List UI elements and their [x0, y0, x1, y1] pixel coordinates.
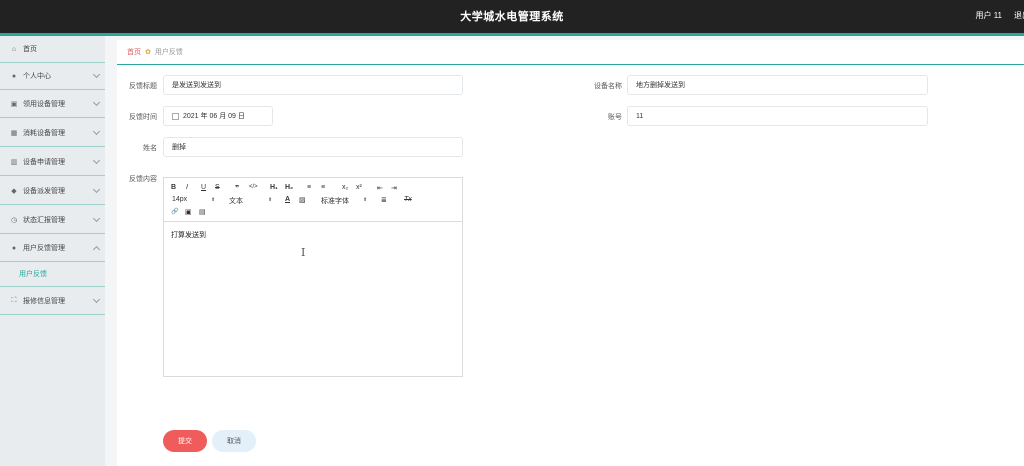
clock-icon: ◷	[10, 217, 18, 224]
strike-button[interactable]: S	[215, 184, 220, 191]
bold-button[interactable]: B	[171, 184, 176, 191]
subscript-button[interactable]: x₂	[342, 184, 348, 191]
underline-button[interactable]: U	[201, 184, 206, 191]
app-title: 大学城水电管理系统	[460, 11, 564, 23]
chevron-up-icon	[92, 245, 101, 254]
time-label: 反馈时间	[129, 114, 157, 121]
sidebar-item-equipment-dispatch[interactable]: ◆ 设备派发管理	[0, 178, 105, 205]
font-size-select[interactable]: 14px	[172, 196, 187, 203]
breadcrumb-separator-icon: ✿	[145, 49, 151, 56]
chevron-down-icon	[92, 156, 101, 165]
image-icon[interactable]: ▣	[185, 208, 192, 216]
align-icon[interactable]: ≣	[381, 196, 387, 204]
sidebar-item-borrow-equipment[interactable]: ▣ 领用设备管理	[0, 91, 105, 118]
sidebar-item-label: 领用设备管理	[23, 101, 65, 108]
sidebar-item-repair-info[interactable]: ⛶ 报修信息管理	[0, 288, 105, 315]
outdent-icon[interactable]: ⇤	[377, 184, 383, 192]
sidebar-item-label: 设备申请管理	[23, 159, 65, 166]
date-picker[interactable]: 2021 年 06 月 09 日	[163, 106, 273, 126]
device-name-input[interactable]: 地方删掉发送到	[627, 75, 928, 95]
editor-toolbar: B I U S ❞ </> H₁ H₂ ≡ ≡ x₂ x² ⇤ ⇥ 14px ⬍…	[164, 178, 462, 222]
heading1-button[interactable]: H₁	[270, 184, 278, 191]
sidebar-item-label: 状态汇报管理	[23, 217, 65, 224]
breadcrumb-divider	[117, 64, 1024, 65]
chevron-down-icon	[92, 127, 101, 136]
italic-button[interactable]: I	[186, 184, 188, 191]
account-value: 11	[636, 112, 644, 120]
sidebar-item-label: 首页	[23, 46, 37, 53]
account-label: 账号	[608, 114, 622, 121]
top-header: 大学城水电管理系统 用户 11 退出	[0, 0, 1024, 33]
chevron-down-icon	[92, 70, 101, 79]
shield-icon: ◆	[11, 188, 17, 195]
sidebar-item-user-feedback[interactable]: ● 用户反馈管理	[0, 235, 105, 262]
bullet-list-icon[interactable]: ≡	[321, 184, 325, 191]
expand-icon: ⛶	[11, 297, 17, 304]
user-menu[interactable]: 用户 11	[975, 10, 1002, 21]
text-style-select[interactable]: 文本	[229, 196, 243, 206]
sidebar-item-label: 报修信息管理	[23, 298, 65, 305]
account-input[interactable]: 11	[627, 106, 928, 126]
background-color-icon[interactable]: ▨	[299, 196, 306, 204]
chevron-down-icon	[92, 214, 101, 223]
content-label: 反馈内容	[129, 176, 157, 183]
dropdown-arrow-icon: ⬍	[211, 197, 216, 203]
heading2-button[interactable]: H₂	[285, 184, 293, 191]
sidebar-subitem-user-feedback[interactable]: 用户反馈	[0, 262, 105, 287]
calendar-icon	[172, 112, 179, 120]
grid-icon: ▦	[10, 130, 18, 137]
sidebar-item-label: 设备派发管理	[23, 188, 65, 195]
font-color-icon[interactable]: A	[285, 196, 290, 203]
quote-icon[interactable]: ❞	[235, 184, 239, 192]
device-name-value: 地方删掉发送到	[636, 82, 685, 89]
title-input[interactable]: 是发送到发送到	[163, 75, 463, 95]
header-accent-bar	[0, 33, 1024, 36]
code-icon[interactable]: </>	[249, 184, 258, 190]
name-value: 删掉	[172, 144, 186, 151]
breadcrumb-current: 用户反馈	[154, 49, 183, 56]
rich-text-editor: B I U S ❞ </> H₁ H₂ ≡ ≡ x₂ x² ⇤ ⇥ 14px ⬍…	[163, 177, 463, 377]
cancel-button[interactable]: 取消	[212, 430, 256, 452]
home-icon: ⌂	[11, 45, 17, 53]
text-cursor-icon: I	[301, 246, 306, 259]
sidebar-item-label: 用户反馈管理	[23, 245, 65, 252]
name-input[interactable]: 删掉	[163, 137, 463, 157]
title-label: 反馈标题	[129, 83, 157, 90]
chevron-down-icon	[92, 98, 101, 107]
chevron-down-icon	[92, 295, 101, 304]
submit-button[interactable]: 提交	[163, 430, 207, 452]
date-value: 2021 年 06 月 09 日	[183, 113, 245, 120]
sidebar-item-status-report[interactable]: ◷ 状态汇报管理	[0, 207, 105, 234]
sidebar-item-label: 个人中心	[23, 73, 51, 80]
user-icon: ●	[11, 244, 17, 252]
editor-content[interactable]: 打算发送到	[171, 230, 206, 240]
font-family-select[interactable]: 标准字体	[321, 196, 349, 206]
logout-link[interactable]: 退出	[1014, 10, 1024, 21]
chevron-down-icon	[92, 185, 101, 194]
breadcrumb-home[interactable]: 首页	[127, 47, 141, 57]
title-value: 是发送到发送到	[172, 82, 221, 89]
printer-icon: ▣	[10, 101, 18, 108]
dropdown-arrow-icon: ⬍	[268, 197, 273, 203]
sidebar-item-equipment-request[interactable]: ▥ 设备申请管理	[0, 149, 105, 176]
ordered-list-icon[interactable]: ≡	[307, 184, 311, 191]
breadcrumb: 首页 ✿ 用户反馈	[127, 47, 183, 57]
sidebar-item-consumable-equipment[interactable]: ▦ 消耗设备管理	[0, 120, 105, 147]
sidebar-item-profile[interactable]: ● 个人中心	[0, 63, 105, 90]
user-icon: ●	[11, 72, 17, 80]
device-name-label: 设备名称	[594, 83, 622, 90]
dropdown-arrow-icon: ⬍	[363, 197, 368, 203]
sidebar: ⌂ 首页 ● 个人中心 ▣ 领用设备管理 ▦ 消耗设备管理 ▥ 设备申请管理 ◆…	[0, 36, 105, 466]
main-content: 首页 ✿ 用户反馈 反馈标题 是发送到发送到 设备名称 地方删掉发送到 反馈时间…	[117, 40, 1024, 466]
superscript-button[interactable]: x²	[356, 184, 362, 191]
link-icon[interactable]: 🔗	[171, 208, 178, 215]
sidebar-item-home[interactable]: ⌂ 首页	[0, 36, 105, 63]
chart-icon: ▥	[10, 159, 18, 166]
sidebar-item-label: 消耗设备管理	[23, 130, 65, 137]
video-icon[interactable]: ▤	[199, 208, 206, 216]
indent-icon[interactable]: ⇥	[391, 184, 397, 192]
name-label: 姓名	[143, 145, 157, 152]
clear-format-icon[interactable]: Tx	[404, 196, 412, 203]
